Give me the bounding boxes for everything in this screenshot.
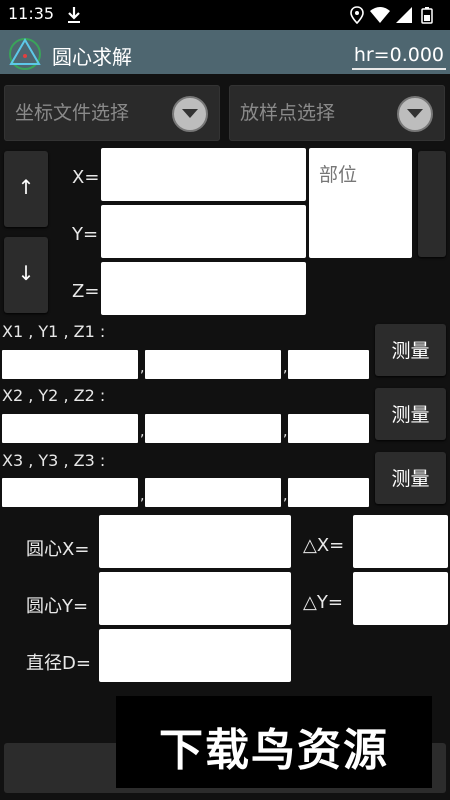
- measure-1-label: X1 , Y1 , Z1 :: [2, 322, 106, 341]
- measure-1-button-label: 测量: [391, 340, 430, 362]
- measure-3-x-input[interactable]: [2, 478, 138, 507]
- comma: ,: [283, 360, 288, 376]
- measure-2-label: X2 , Y2 , Z2 :: [2, 386, 106, 405]
- comma: ,: [283, 424, 288, 440]
- measure-3-button[interactable]: 测量: [375, 452, 446, 504]
- delta-y-input[interactable]: [353, 572, 448, 625]
- center-y-input[interactable]: [99, 572, 291, 625]
- battery-icon: [421, 7, 433, 24]
- location-icon: [350, 6, 364, 25]
- delta-x-label: △X=: [303, 535, 345, 556]
- comma: ,: [283, 488, 288, 504]
- measure-2-y-input[interactable]: [145, 414, 281, 443]
- measure-2-x-input[interactable]: [2, 414, 138, 443]
- down-arrow-icon: ↓: [17, 261, 35, 285]
- up-arrow-icon: ↑: [17, 175, 35, 199]
- measure-2-z-input[interactable]: [288, 414, 369, 443]
- measure-1-button[interactable]: 测量: [375, 324, 446, 376]
- measure-3-button-label: 测量: [391, 468, 430, 490]
- center-x-label: 圆心X=: [26, 539, 90, 560]
- center-y-label: 圆心Y=: [26, 596, 89, 617]
- comma: ,: [140, 424, 145, 440]
- z-input[interactable]: [101, 262, 306, 315]
- coord-file-label: 坐标文件选择: [15, 102, 130, 124]
- x-input[interactable]: [101, 148, 306, 201]
- measure-1-z-input[interactable]: [288, 350, 369, 379]
- chevron-down-icon[interactable]: [397, 96, 433, 132]
- measure-3-z-input[interactable]: [288, 478, 369, 507]
- measure-2-button[interactable]: 测量: [375, 388, 446, 440]
- part-placeholder: 部位: [319, 164, 358, 186]
- wifi-icon: [370, 7, 390, 23]
- watermark-text: 下载鸟资源: [159, 725, 389, 776]
- status-time: 11:35: [8, 4, 55, 23]
- measure-1-x-input[interactable]: [2, 350, 138, 379]
- comma: ,: [140, 488, 145, 504]
- comma: ,: [140, 360, 145, 376]
- app-logo-icon: [9, 38, 41, 70]
- delta-y-label: △Y=: [303, 592, 343, 613]
- hr-input[interactable]: hr=0.000: [352, 42, 446, 70]
- diameter-input[interactable]: [99, 629, 291, 682]
- delta-x-input[interactable]: [353, 515, 448, 568]
- up-button[interactable]: ↑: [4, 151, 48, 227]
- app-title: 圆心求解: [52, 45, 132, 69]
- measure-2-button-label: 测量: [391, 404, 430, 426]
- download-icon: [68, 7, 80, 23]
- x-label: X=: [72, 167, 100, 188]
- watermark: 下载鸟资源: [116, 696, 432, 788]
- y-label: Y=: [72, 224, 99, 245]
- status-icons: [350, 6, 444, 25]
- measure-1-y-input[interactable]: [145, 350, 281, 379]
- side-action-button[interactable]: [418, 151, 446, 257]
- diameter-label: 直径D=: [26, 653, 91, 674]
- y-input[interactable]: [101, 205, 306, 258]
- part-input[interactable]: 部位: [309, 148, 412, 258]
- center-x-input[interactable]: [99, 515, 291, 568]
- z-label: Z=: [72, 281, 100, 302]
- signal-icon: [396, 7, 412, 23]
- stakeout-point-spinner[interactable]: 放样点选择: [229, 85, 445, 141]
- down-button[interactable]: ↓: [4, 237, 48, 313]
- coord-file-spinner[interactable]: 坐标文件选择: [4, 85, 220, 141]
- stakeout-point-label: 放样点选择: [240, 102, 336, 124]
- chevron-down-icon[interactable]: [172, 96, 208, 132]
- measure-3-y-input[interactable]: [145, 478, 281, 507]
- measure-3-label: X3 , Y3 , Z3 :: [2, 451, 106, 470]
